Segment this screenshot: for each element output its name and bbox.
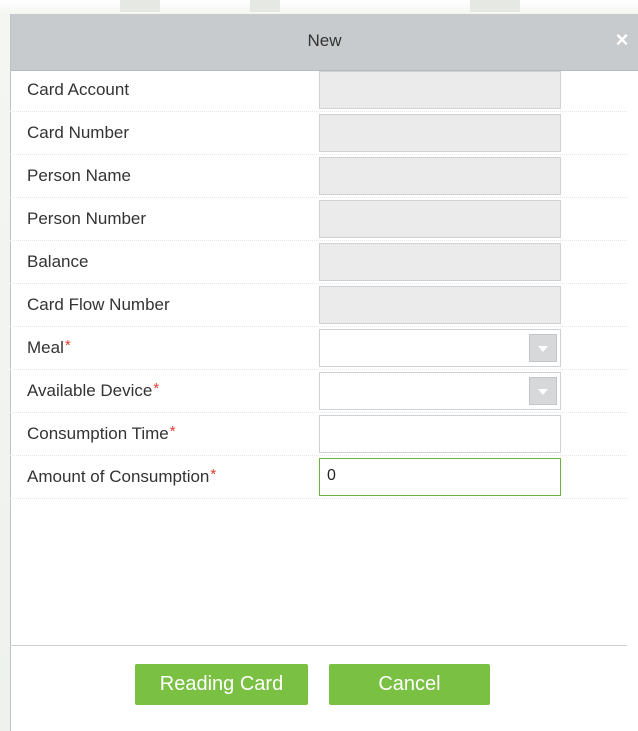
person-name-field bbox=[319, 157, 561, 195]
form-row-card-number: Card Number bbox=[10, 112, 627, 155]
background-fragment bbox=[250, 0, 280, 12]
card-account-field bbox=[319, 71, 561, 109]
card-flow-number-label: Card Flow Number bbox=[27, 295, 170, 314]
required-marker: * bbox=[64, 337, 71, 354]
required-marker: * bbox=[169, 423, 176, 440]
consumption-time-label-text: Consumption Time bbox=[27, 424, 169, 443]
cancel-button[interactable]: Cancel bbox=[329, 664, 490, 705]
chevron-down-icon[interactable] bbox=[529, 377, 557, 405]
available-device-select[interactable] bbox=[319, 372, 561, 410]
form-row-person-number: Person Number bbox=[10, 198, 627, 241]
consumption-time-input[interactable] bbox=[319, 415, 561, 453]
dialog-title: New bbox=[307, 31, 342, 50]
form-row-person-name: Person Name bbox=[10, 155, 627, 198]
meal-label: Meal* bbox=[27, 337, 71, 358]
person-name-label: Person Name bbox=[27, 166, 131, 185]
required-marker: * bbox=[210, 466, 217, 483]
meal-select[interactable] bbox=[319, 329, 561, 367]
form-row-meal: Meal* bbox=[10, 327, 627, 370]
footer-divider bbox=[10, 645, 627, 646]
consumption-time-label: Consumption Time* bbox=[27, 423, 176, 444]
form-row-balance: Balance bbox=[10, 241, 627, 284]
form-row-consumption-time: Consumption Time* bbox=[10, 413, 627, 456]
person-number-label: Person Number bbox=[27, 209, 147, 228]
amount-of-consumption-label: Amount of Consumption* bbox=[27, 466, 217, 487]
required-marker: * bbox=[153, 380, 160, 397]
card-flow-number-field bbox=[319, 286, 561, 324]
available-device-label-text: Available Device bbox=[27, 381, 153, 400]
balance-label: Balance bbox=[27, 252, 89, 271]
person-number-field bbox=[319, 200, 561, 238]
reading-card-button[interactable]: Reading Card bbox=[135, 664, 308, 705]
meal-label-text: Meal bbox=[27, 338, 64, 357]
available-device-label: Available Device* bbox=[27, 380, 160, 401]
card-account-label: Card Account bbox=[27, 80, 130, 99]
form-row-amount-of-consumption: Amount of Consumption* 0 bbox=[10, 456, 627, 499]
amount-of-consumption-label-text: Amount of Consumption bbox=[27, 467, 210, 486]
card-number-field bbox=[319, 114, 561, 152]
form-row-card-account: Card Account bbox=[10, 69, 627, 112]
consumption-form: Card Account Card Number Person Name Per… bbox=[10, 69, 627, 499]
form-row-available-device: Available Device* bbox=[10, 370, 627, 413]
chevron-down-icon[interactable] bbox=[529, 334, 557, 362]
card-number-label: Card Number bbox=[27, 123, 130, 142]
form-row-card-flow-number: Card Flow Number bbox=[10, 284, 627, 327]
background-fragment bbox=[120, 0, 160, 12]
background-fragment bbox=[470, 0, 520, 12]
amount-of-consumption-input[interactable]: 0 bbox=[319, 458, 561, 496]
close-icon[interactable]: × bbox=[610, 28, 634, 52]
dialog-titlebar: New × bbox=[11, 14, 638, 71]
balance-field bbox=[319, 243, 561, 281]
